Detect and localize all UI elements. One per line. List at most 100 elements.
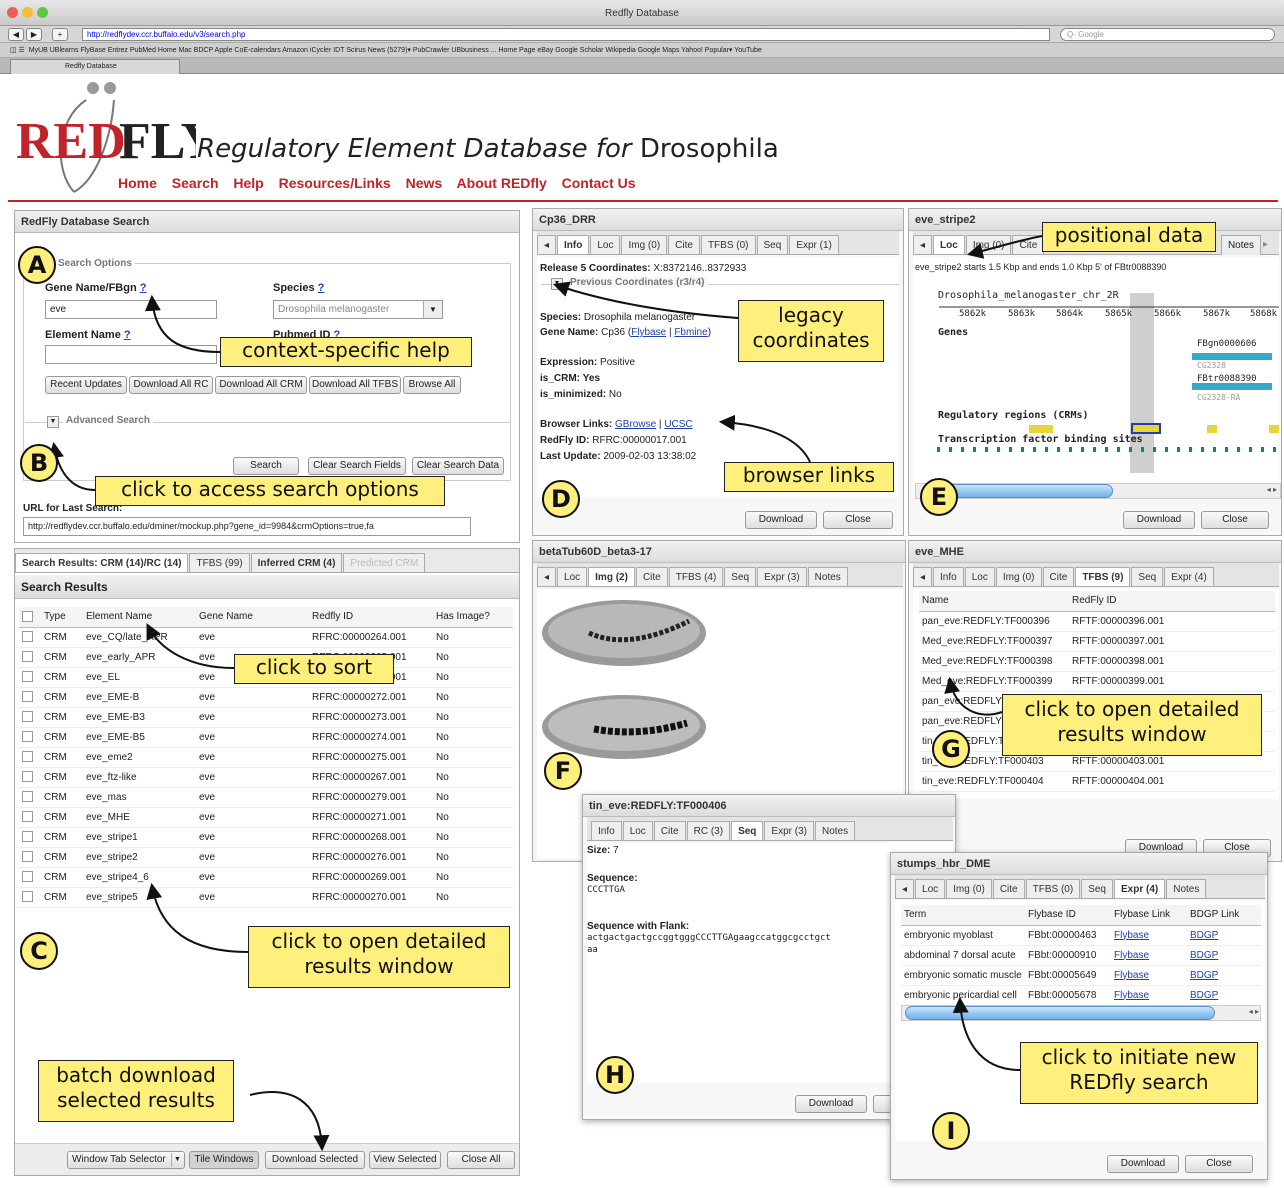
gene1-label[interactable]: FBgn0000606 bbox=[1197, 339, 1257, 349]
row-checkbox[interactable] bbox=[22, 871, 33, 883]
col-type[interactable]: Type bbox=[41, 607, 83, 628]
tab-scroll-left-icon[interactable]: ◂ bbox=[895, 879, 915, 898]
advanced-search-toggle[interactable]: Advanced Search bbox=[63, 415, 153, 426]
row-checkbox[interactable] bbox=[22, 771, 33, 783]
select-all-header[interactable] bbox=[19, 607, 41, 628]
gene2-label[interactable]: FBtr0088390 bbox=[1197, 374, 1257, 384]
menu-search[interactable]: Search bbox=[172, 175, 219, 191]
row-element-name[interactable]: eve_CQ/late_APR bbox=[83, 627, 196, 648]
row-select-cell[interactable] bbox=[19, 767, 41, 788]
col-tfbs-name[interactable]: Name bbox=[919, 591, 1069, 612]
tab-expr[interactable]: Expr (3) bbox=[757, 567, 807, 586]
window-tab-selector-button[interactable]: Window Tab Selector bbox=[67, 1151, 185, 1169]
row-element-name[interactable]: eve_EL bbox=[83, 667, 196, 688]
row-select-cell[interactable] bbox=[19, 667, 41, 688]
tab-info[interactable]: Info bbox=[933, 567, 964, 586]
menu-about[interactable]: About REDfly bbox=[457, 175, 547, 191]
tab-notes[interactable]: Notes bbox=[1166, 879, 1207, 898]
select-all-checkbox[interactable] bbox=[22, 611, 33, 623]
col-flybase-link[interactable]: Flybase Link bbox=[1111, 905, 1187, 926]
table-row[interactable]: CRM eve_ftz-like eve RFRC:00000267.001 No bbox=[19, 767, 513, 788]
gene-help-icon[interactable]: ? bbox=[140, 282, 147, 294]
tab-loc[interactable]: Loc bbox=[933, 235, 965, 254]
row-checkbox[interactable] bbox=[22, 891, 33, 903]
fbmine-link[interactable]: Fbmine bbox=[674, 327, 707, 338]
row-checkbox[interactable] bbox=[22, 751, 33, 763]
row-element-name[interactable]: eve_ftz-like bbox=[83, 767, 196, 788]
close-button-d[interactable]: Close bbox=[823, 511, 893, 529]
tab-img[interactable]: Img (0) bbox=[995, 567, 1042, 586]
tab-loc[interactable]: Loc bbox=[915, 879, 946, 898]
tab-scroll-right-icon[interactable]: ▸ bbox=[1263, 235, 1277, 255]
row-element-name[interactable]: eve_stripe1 bbox=[83, 827, 196, 848]
browse-all-button[interactable]: Browse All bbox=[403, 376, 461, 394]
row-element-name[interactable]: eve_mas bbox=[83, 787, 196, 808]
tab-scroll-left-icon[interactable]: ◂ bbox=[913, 567, 933, 586]
tab-seq[interactable]: Seq bbox=[1081, 879, 1113, 898]
tab-seq[interactable]: Seq bbox=[1131, 567, 1164, 586]
download-all-tfbs-button[interactable]: Download All TFBS bbox=[309, 376, 401, 394]
menu-resources[interactable]: Resources/Links bbox=[279, 175, 391, 191]
tab-info[interactable]: Info bbox=[557, 235, 590, 254]
download-all-crm-button[interactable]: Download All CRM bbox=[215, 376, 307, 394]
download-button-d[interactable]: Download bbox=[745, 511, 817, 529]
scroll-arrows-icon[interactable]: ◂ ▸ bbox=[1225, 1007, 1259, 1019]
tab-info[interactable]: Info bbox=[591, 821, 622, 840]
row-checkbox[interactable] bbox=[22, 691, 33, 703]
tab-notes[interactable]: Notes bbox=[807, 567, 848, 586]
table-row[interactable]: CRM eve_EME-B5 eve RFRC:00000274.001 No bbox=[19, 727, 513, 748]
row-select-cell[interactable] bbox=[19, 727, 41, 748]
table-row[interactable]: CRM eve_stripe5 eve RFRC:00000270.001 No bbox=[19, 887, 513, 908]
row-checkbox[interactable] bbox=[22, 791, 33, 803]
tab-predicted-crm[interactable]: Predicted CRM bbox=[343, 553, 426, 572]
tab-seq[interactable]: Seq bbox=[724, 567, 757, 586]
table-row[interactable]: CRM eve_stripe2 eve RFRC:00000276.001 No bbox=[19, 847, 513, 868]
url-bar[interactable]: http://redflydev.ccr.buffalo.edu/v3/sear… bbox=[82, 28, 1050, 41]
row-select-cell[interactable] bbox=[19, 787, 41, 808]
tab-cite[interactable]: Cite bbox=[1012, 235, 1045, 254]
row-element-name[interactable]: eve_stripe4_6 bbox=[83, 867, 196, 888]
table-row[interactable]: CRM eve_MHE eve RFRC:00000271.001 No bbox=[19, 807, 513, 828]
table-row[interactable]: CRM eve_stripe1 eve RFRC:00000268.001 No bbox=[19, 827, 513, 848]
col-term[interactable]: Term bbox=[901, 905, 1025, 926]
table-row[interactable]: Med_eve:REDFLY:TF000398 RFTF:00000398.001 bbox=[919, 651, 1275, 672]
table-row[interactable]: pan_eve:REDFLY:TF000396 RFTF:00000396.001 bbox=[919, 611, 1275, 632]
tab-img[interactable]: Img (0) bbox=[621, 235, 668, 254]
flybase-link[interactable]: Flybase bbox=[631, 327, 666, 338]
flybase-link[interactable]: Flybase bbox=[1111, 965, 1187, 986]
tab-rc[interactable]: RC (3) bbox=[686, 821, 731, 840]
row-select-cell[interactable] bbox=[19, 687, 41, 708]
row-element-name[interactable]: eve_early_APR bbox=[83, 647, 196, 668]
tab-cite[interactable]: Cite bbox=[653, 821, 686, 840]
element-name-input[interactable] bbox=[45, 345, 217, 364]
tab-loc[interactable]: Loc bbox=[590, 235, 621, 254]
ucsc-link[interactable]: UCSC bbox=[664, 419, 692, 430]
row-select-cell[interactable] bbox=[19, 827, 41, 848]
table-row[interactable]: CRM eve_eme2 eve RFRC:00000275.001 No bbox=[19, 747, 513, 768]
clear-search-fields-button[interactable]: Clear Search Fields bbox=[308, 457, 406, 475]
tab-seq[interactable]: Seq bbox=[731, 821, 764, 840]
browser-tab[interactable]: Redfly Database bbox=[10, 59, 180, 74]
tab-expr[interactable]: Expr (3) bbox=[764, 821, 814, 840]
tab-tfbs-results[interactable]: TFBS (99) bbox=[189, 553, 250, 572]
table-row[interactable]: CRM eve_stripe4_6 eve RFRC:00000269.001 No bbox=[19, 867, 513, 888]
row-checkbox[interactable] bbox=[22, 711, 33, 723]
row-select-cell[interactable] bbox=[19, 647, 41, 668]
tab-notes[interactable]: Notes bbox=[1221, 235, 1261, 255]
row-element-name[interactable]: eve_stripe5 bbox=[83, 887, 196, 908]
download-selected-button[interactable]: Download Selected bbox=[265, 1151, 365, 1169]
close-button-i[interactable]: Close bbox=[1185, 1155, 1253, 1173]
expr-term[interactable]: abdominal 7 dorsal acute bbox=[901, 945, 1025, 966]
chevron-down-icon[interactable]: ▼ bbox=[423, 301, 442, 318]
tab-expr[interactable]: Expr (4) bbox=[1164, 567, 1214, 586]
browser-search-input[interactable]: Q- Google bbox=[1060, 28, 1275, 41]
row-checkbox[interactable] bbox=[22, 851, 33, 863]
row-select-cell[interactable] bbox=[19, 707, 41, 728]
add-bookmark-icon[interactable]: + bbox=[52, 28, 68, 41]
expand-prev-coords-icon[interactable]: ▼ bbox=[551, 278, 563, 290]
row-select-cell[interactable] bbox=[19, 807, 41, 828]
tab-img[interactable]: Img (0) bbox=[946, 879, 992, 898]
download-button-e[interactable]: Download bbox=[1123, 511, 1195, 529]
flybase-link[interactable]: Flybase bbox=[1111, 985, 1187, 1006]
tab-expr[interactable]: Expr (4) bbox=[1113, 879, 1166, 898]
